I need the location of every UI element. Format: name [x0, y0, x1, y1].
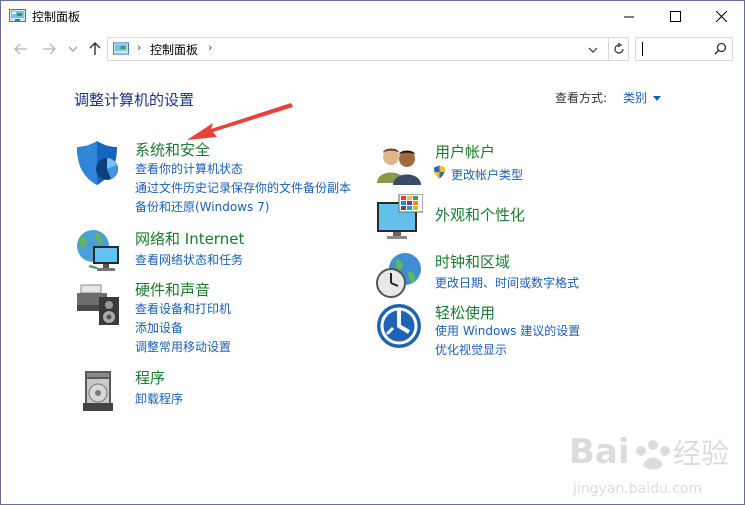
- link-windows-recommended-settings[interactable]: 使用 Windows 建议的设置: [435, 322, 580, 339]
- page-title: 调整计算机的设置: [74, 91, 195, 109]
- category-title-programs[interactable]: 程序: [135, 367, 165, 388]
- up-button[interactable]: [85, 39, 105, 59]
- breadcrumb-separator[interactable]: ›: [137, 41, 141, 54]
- control-panel-window: 控制面板 › 控制面板 › 调整计算机的设置 查看方式: 类别 系统和安全 查看…: [0, 0, 745, 505]
- category-title-clock-region[interactable]: 时钟和区域: [435, 251, 510, 272]
- forward-button[interactable]: [39, 39, 59, 59]
- back-button[interactable]: [11, 39, 31, 59]
- category-title-user-accounts[interactable]: 用户帐户: [435, 141, 495, 162]
- recent-locations-button[interactable]: [63, 39, 83, 59]
- maximize-button[interactable]: [652, 1, 698, 32]
- svg-text:Bai: Bai: [569, 432, 630, 472]
- control-panel-icon: [9, 9, 26, 22]
- text-caret: [642, 42, 643, 56]
- title-bar: 控制面板: [1, 1, 744, 32]
- link-network-status-tasks[interactable]: 查看网络状态和任务: [135, 251, 243, 268]
- category-title-ease-of-access[interactable]: 轻松使用: [435, 302, 495, 323]
- baidu-watermark-logo: Bai 经验 jingyan.baidu.com: [569, 432, 729, 497]
- search-input[interactable]: [635, 37, 733, 61]
- arrow-left-icon: [14, 43, 27, 55]
- link-file-history-backup[interactable]: 通过文件历史记录保存你的文件备份副本: [135, 179, 351, 196]
- ease-of-access-icon: [377, 304, 421, 348]
- close-icon: [715, 11, 727, 22]
- category-title-network-internet[interactable]: 网络和 Internet: [135, 228, 244, 249]
- address-bar[interactable]: › 控制面板 ›: [107, 37, 629, 61]
- programs-box-icon: [83, 371, 113, 411]
- link-uninstall-program[interactable]: 卸载程序: [135, 390, 183, 407]
- chevron-down-icon: [653, 96, 662, 101]
- printer-speaker-icon: [77, 284, 119, 325]
- chevron-down-icon: [69, 46, 77, 52]
- svg-text:经验: 经验: [673, 437, 729, 470]
- category-title-appearance-personalization[interactable]: 外观和个性化: [435, 204, 525, 225]
- link-optimize-visual-display[interactable]: 优化视觉显示: [435, 341, 507, 358]
- monitor-palette-icon: [377, 194, 423, 239]
- clock-globe-icon: [376, 253, 421, 298]
- network-globe-icon: [77, 230, 119, 271]
- maximize-icon: [669, 11, 681, 22]
- category-title-hardware-sound[interactable]: 硬件和声音: [135, 279, 210, 300]
- link-mobility-settings[interactable]: 调整常用移动设置: [135, 338, 231, 355]
- link-view-computer-status[interactable]: 查看你的计算机状态: [135, 160, 243, 177]
- link-add-device[interactable]: 添加设备: [135, 319, 183, 336]
- close-button[interactable]: [698, 1, 744, 32]
- view-by-label: 查看方式:: [555, 91, 608, 105]
- view-by-dropdown[interactable]: 类别: [623, 89, 662, 106]
- window-title: 控制面板: [32, 10, 81, 24]
- breadcrumb-control-panel[interactable]: 控制面板: [150, 41, 198, 58]
- link-backup-restore[interactable]: 备份和还原(Windows 7): [135, 198, 269, 215]
- breadcrumb-separator[interactable]: ›: [208, 41, 212, 54]
- refresh-icon: [613, 43, 624, 54]
- link-change-date-time-format[interactable]: 更改日期、时间或数字格式: [435, 274, 579, 291]
- category-title-system-security[interactable]: 系统和安全: [135, 139, 210, 160]
- link-devices-printers[interactable]: 查看设备和打印机: [135, 300, 231, 317]
- link-change-account-type[interactable]: 更改帐户类型: [451, 166, 523, 183]
- users-icon: [377, 148, 421, 185]
- arrow-right-icon: [43, 43, 56, 55]
- shield-icon: [77, 141, 118, 185]
- minimize-icon: [624, 16, 634, 17]
- chevron-down-icon: [588, 47, 598, 53]
- minimize-button[interactable]: [606, 1, 652, 32]
- svg-text:jingyan.baidu.com: jingyan.baidu.com: [572, 481, 702, 497]
- view-by-value[interactable]: 类别: [623, 91, 647, 105]
- control-panel-icon: [113, 42, 129, 55]
- search-icon[interactable]: [714, 42, 727, 55]
- refresh-button[interactable]: [608, 38, 628, 60]
- uac-shield-icon: [434, 165, 445, 179]
- address-history-button[interactable]: [588, 42, 604, 56]
- arrow-up-icon: [89, 42, 101, 55]
